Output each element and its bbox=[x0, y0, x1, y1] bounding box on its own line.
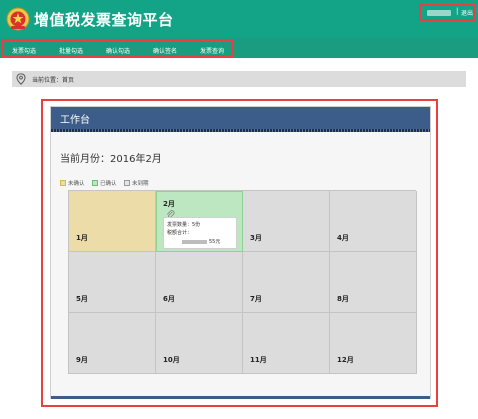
nav-item-invoice-query[interactable]: 发票查询 bbox=[200, 46, 224, 55]
month-cell-2[interactable]: 2月 发票数量：5份 税额合计： 55元 bbox=[156, 191, 243, 252]
month-cell-9[interactable]: 9月 bbox=[69, 313, 156, 374]
legend-swatch-confirmed bbox=[92, 180, 98, 186]
legend-label-confirmed: 已确认 bbox=[100, 181, 117, 187]
month-cell-11[interactable]: 11月 bbox=[243, 313, 330, 374]
invoice-summary-card: 发票数量：5份 税额合计： 55元 bbox=[163, 217, 237, 249]
month-label: 5月 bbox=[76, 295, 88, 303]
main-nav: 发票勾选 批量勾选 确认勾选 确认签名 发票查询 bbox=[0, 38, 478, 58]
breadcrumb: 当前位置：首页 bbox=[12, 71, 466, 87]
month-label: 9月 bbox=[76, 356, 88, 364]
location-pin-icon bbox=[16, 73, 26, 85]
user-area: | 退出 bbox=[419, 4, 475, 21]
month-cell-1[interactable]: 1月 bbox=[69, 191, 156, 252]
month-cell-10[interactable]: 10月 bbox=[156, 313, 243, 374]
tax-total-suffix: 55元 bbox=[209, 239, 221, 245]
month-grid: 1月 2月 发票数量：5份 税额合计： 55元 3月 4月 5月 6月 7月 8… bbox=[68, 190, 417, 374]
month-label: 1月 bbox=[76, 234, 88, 242]
nav-item-invoice-select[interactable]: 发票勾选 bbox=[12, 46, 36, 55]
user-name-redacted bbox=[427, 10, 451, 16]
app-root: 增值税发票查询平台 | 退出 发票勾选 批量勾选 确认勾选 确认签名 发票查询 … bbox=[0, 0, 478, 419]
user-separator: | bbox=[456, 7, 459, 15]
invoice-count-text: 发票数量：5份 bbox=[167, 222, 201, 228]
nav-item-confirm-sign[interactable]: 确认签名 bbox=[153, 46, 177, 55]
workbench-title: 工作台 bbox=[60, 115, 90, 126]
logout-link[interactable]: 退出 bbox=[461, 8, 473, 17]
nav-highlight: 发票勾选 批量勾选 确认勾选 确认签名 发票查询 bbox=[1, 39, 234, 57]
month-cell-6[interactable]: 6月 bbox=[156, 252, 243, 313]
month-label: 2月 bbox=[163, 200, 175, 208]
legend-swatch-not-due bbox=[124, 180, 130, 186]
workbench-header: 工作台 bbox=[51, 107, 430, 129]
month-label: 10月 bbox=[163, 356, 180, 364]
app-title: 增值税发票查询平台 bbox=[34, 11, 174, 29]
workbench-panel: 工作台 当前月份：2016年2月 未确认 已确认 未到期 1月 2月 发票数量：… bbox=[50, 106, 431, 399]
month-cell-12[interactable]: 12月 bbox=[330, 313, 417, 374]
legend-swatch-unconfirmed bbox=[60, 180, 66, 186]
month-label: 11月 bbox=[250, 356, 267, 364]
month-cell-7[interactable]: 7月 bbox=[243, 252, 330, 313]
month-cell-3[interactable]: 3月 bbox=[243, 191, 330, 252]
month-cell-8[interactable]: 8月 bbox=[330, 252, 417, 313]
current-month-label: 当前月份：2016年2月 bbox=[60, 154, 162, 165]
month-label: 12月 bbox=[337, 356, 354, 364]
month-label: 6月 bbox=[163, 295, 175, 303]
month-label: 7月 bbox=[250, 295, 262, 303]
workbench-footer-bar bbox=[51, 396, 430, 399]
emblem-logo bbox=[6, 7, 30, 31]
breadcrumb-text: 当前位置：首页 bbox=[32, 77, 75, 84]
nav-item-batch-select[interactable]: 批量勾选 bbox=[59, 46, 83, 55]
workbench-header-stripe bbox=[51, 129, 430, 132]
month-label: 4月 bbox=[337, 234, 349, 242]
month-cell-4[interactable]: 4月 bbox=[330, 191, 417, 252]
month-label: 8月 bbox=[337, 295, 349, 303]
app-header: 增值税发票查询平台 | 退出 bbox=[0, 0, 478, 38]
tax-total-redacted bbox=[182, 240, 207, 244]
legend-label-not-due: 未到期 bbox=[132, 181, 149, 187]
month-label: 3月 bbox=[250, 234, 262, 242]
tax-total-label: 税额合计： bbox=[167, 230, 193, 236]
month-cell-5[interactable]: 5月 bbox=[69, 252, 156, 313]
workbench-highlight: 工作台 当前月份：2016年2月 未确认 已确认 未到期 1月 2月 发票数量：… bbox=[41, 99, 438, 407]
legend-label-unconfirmed: 未确认 bbox=[68, 181, 85, 187]
nav-item-confirm-select[interactable]: 确认勾选 bbox=[106, 46, 130, 55]
